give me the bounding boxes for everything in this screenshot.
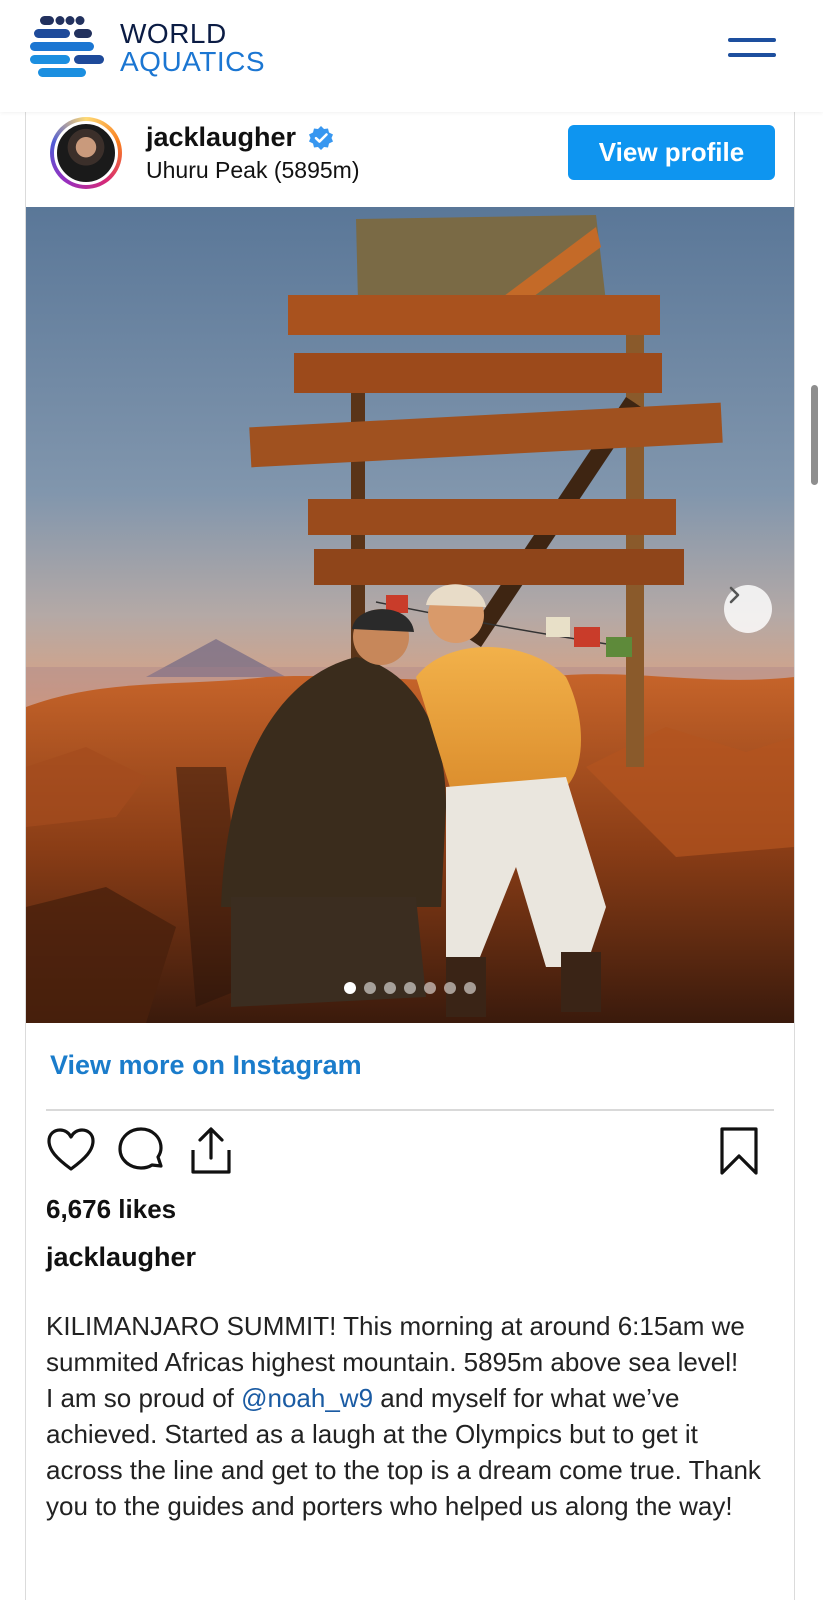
carousel-dot[interactable] — [364, 982, 376, 994]
bookmark-icon[interactable] — [714, 1126, 764, 1176]
share-icon[interactable] — [186, 1126, 236, 1176]
carousel-dot[interactable] — [424, 982, 436, 994]
world-aquatics-logo-mark-icon — [30, 16, 104, 77]
comment-icon[interactable] — [116, 1126, 166, 1176]
site-header: WORLD AQUATICS — [0, 0, 823, 112]
carousel-dot[interactable] — [444, 982, 456, 994]
instagram-embed: jacklaugher Uhuru Peak (5895m) View prof… — [25, 112, 795, 1600]
logo-wordmark: WORLD AQUATICS — [120, 20, 265, 76]
chevron-right-icon — [729, 586, 740, 604]
post-photo[interactable] — [26, 207, 794, 1023]
likes-count[interactable]: 6,676 likes — [46, 1194, 176, 1225]
post-caption: KILIMANJARO SUMMIT! This morning at arou… — [46, 1308, 781, 1524]
profile-photo — [54, 121, 118, 185]
carousel-next-button[interactable] — [724, 585, 772, 633]
divider — [46, 1109, 774, 1111]
caption-paragraph-1: KILIMANJARO SUMMIT! This morning at arou… — [46, 1311, 745, 1377]
caption-username[interactable]: jacklaugher — [46, 1242, 196, 1273]
view-more-on-instagram-link[interactable]: View more on Instagram — [50, 1050, 362, 1081]
post-header: jacklaugher Uhuru Peak (5895m) View prof… — [26, 112, 794, 206]
logo-line-aquatics: AQUATICS — [120, 46, 266, 77]
heart-icon[interactable] — [46, 1126, 96, 1176]
mention-link[interactable]: @noah_w9 — [241, 1383, 373, 1413]
post-location[interactable]: Uhuru Peak (5895m) — [146, 157, 360, 184]
avatar[interactable] — [50, 117, 122, 189]
post-username[interactable]: jacklaugher — [146, 122, 296, 153]
summit-photo — [26, 207, 794, 1023]
logo-line-world: WORLD — [120, 18, 227, 49]
hamburger-menu-icon[interactable] — [728, 34, 782, 64]
carousel-dot[interactable] — [344, 982, 356, 994]
carousel-dot[interactable] — [384, 982, 396, 994]
carousel-dot[interactable] — [404, 982, 416, 994]
verified-badge-icon — [309, 126, 333, 150]
view-profile-button[interactable]: View profile — [568, 125, 775, 180]
caption-text-before-mention: I am so proud of — [46, 1383, 242, 1413]
carousel-indicators — [344, 982, 476, 996]
post-actions — [46, 1126, 774, 1176]
scrollbar[interactable] — [811, 385, 818, 485]
carousel-dot[interactable] — [464, 982, 476, 994]
world-aquatics-logo[interactable]: WORLD AQUATICS — [30, 14, 290, 80]
caption-paragraph-2: I am so proud of @noah_w9 and myself for… — [46, 1380, 781, 1524]
